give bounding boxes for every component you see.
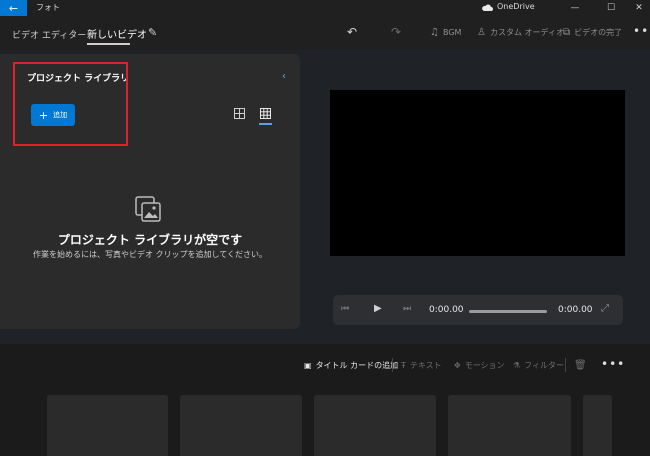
previous-frame-icon[interactable]: ⏮	[341, 304, 349, 314]
back-arrow-icon: ←	[8, 1, 19, 15]
storyboard-slot[interactable]	[583, 395, 612, 456]
back-button[interactable]: ←	[0, 0, 27, 16]
storyboard-more-icon[interactable]: •••	[601, 357, 625, 371]
motion-label: モーション	[464, 361, 505, 370]
bgm-button[interactable]: ♫ BGM	[430, 27, 461, 38]
filter-icon: ⚗	[513, 361, 521, 370]
text-icon: Ŧ	[401, 361, 406, 370]
toolbar-divider	[565, 358, 566, 372]
view-selected-indicator	[259, 123, 272, 125]
add-title-card-label: タイトル カードの追加	[315, 361, 399, 370]
maximize-button[interactable]: ☐	[596, 0, 626, 16]
small-grid-view-icon[interactable]	[260, 108, 271, 119]
photo-stack-icon	[135, 196, 161, 222]
title-bar	[0, 0, 650, 16]
finish-video-label: ビデオの完了	[574, 28, 623, 37]
collapse-chevron-icon[interactable]: ‹	[282, 71, 286, 82]
video-preview	[330, 90, 625, 256]
storyboard-slot[interactable]	[314, 395, 436, 456]
bgm-label: BGM	[442, 28, 462, 37]
current-time: 0:00.00	[429, 305, 464, 315]
play-icon[interactable]: ▶	[374, 303, 382, 314]
large-grid-view-icon[interactable]	[234, 108, 245, 119]
text-button[interactable]: Ŧ テキスト	[401, 360, 442, 371]
toolbar-divider	[392, 358, 393, 372]
finish-video-button[interactable]: ⧉ ビデオの完了	[563, 27, 622, 38]
minimize-icon: —	[570, 3, 580, 13]
redo-icon[interactable]: ↷	[391, 25, 401, 39]
close-button[interactable]: ✕	[624, 0, 650, 16]
breadcrumb-underline	[87, 43, 130, 45]
onedrive-label[interactable]: OneDrive	[497, 2, 535, 11]
filter-label: フィルター	[524, 361, 565, 370]
text-label: テキスト	[409, 361, 442, 370]
export-image-icon: ⧉	[563, 27, 571, 38]
storyboard-slot[interactable]	[180, 395, 302, 456]
music-note-icon: ♫	[430, 27, 439, 38]
trash-icon: 🗑	[574, 360, 587, 371]
breadcrumb-current: 新しいビデオ	[87, 30, 147, 41]
total-time: 0:00.00	[558, 305, 593, 315]
breadcrumb-chevron-icon: ›	[72, 27, 76, 37]
maximize-icon: ☐	[606, 3, 616, 13]
custom-audio-label: カスタム オーディオ	[489, 28, 564, 37]
add-title-card-button[interactable]: ▣ タイトル カードの追加	[304, 360, 398, 371]
storyboard-slot[interactable]	[448, 395, 571, 456]
minimize-button[interactable]: —	[560, 0, 590, 16]
motion-button[interactable]: ✥ モーション	[454, 360, 505, 371]
more-options-icon[interactable]: •••	[633, 24, 650, 38]
custom-audio-button[interactable]: ♙ カスタム オーディオ	[477, 27, 564, 38]
fullscreen-expand-icon[interactable]: ⤢	[601, 303, 609, 314]
seek-slider[interactable]	[469, 310, 547, 313]
highlight-box	[13, 62, 128, 146]
delete-button[interactable]: 🗑	[574, 360, 587, 371]
audio-person-icon: ♙	[477, 27, 486, 38]
close-icon: ✕	[635, 3, 643, 13]
next-frame-icon[interactable]: ⏭	[403, 304, 411, 314]
storyboard-slot[interactable]	[47, 395, 168, 456]
empty-library-subtitle: 作業を始めるには、写真やビデオ クリップを追加してください。	[32, 250, 268, 259]
app-title: フォト	[36, 3, 60, 12]
motion-icon: ✥	[454, 361, 461, 370]
undo-icon[interactable]: ↶	[347, 25, 357, 39]
cloud-icon	[482, 4, 493, 11]
title-card-icon: ▣	[304, 361, 312, 370]
rename-pencil-icon[interactable]: ✎	[148, 26, 157, 39]
filter-button[interactable]: ⚗ フィルター	[513, 360, 564, 371]
empty-library-title: プロジェクト ライブラリが空です	[57, 233, 243, 247]
